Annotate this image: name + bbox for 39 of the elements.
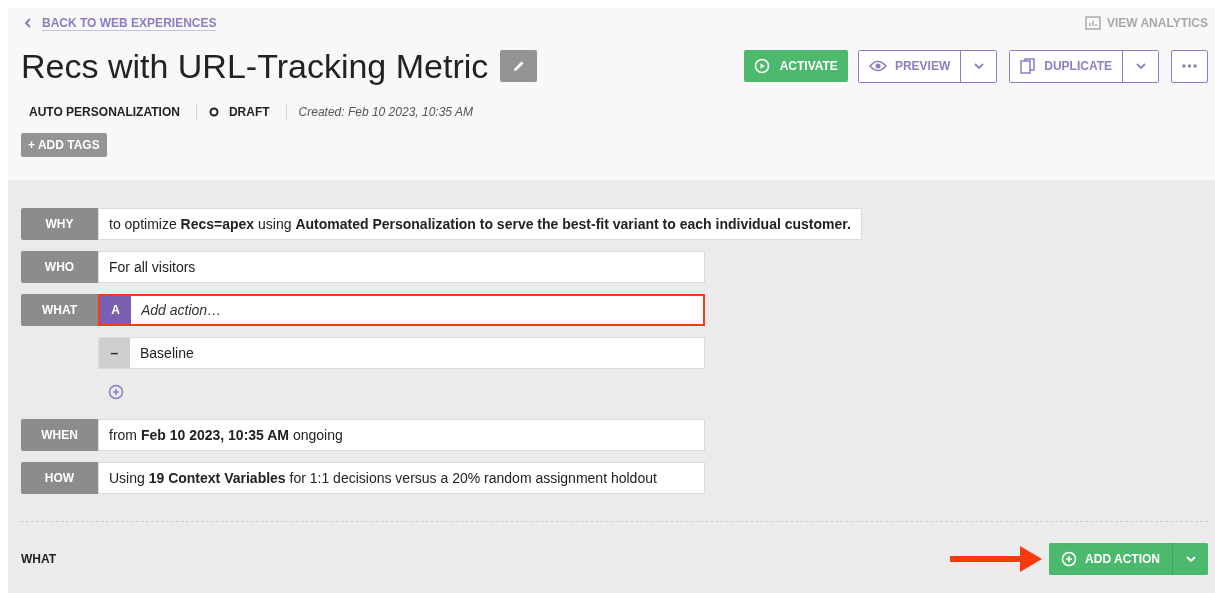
action-field[interactable]: A Add action… — [98, 294, 705, 326]
duplicate-menu-button[interactable] — [1122, 50, 1158, 82]
preview-menu-button[interactable] — [960, 50, 997, 82]
copy-icon — [1020, 57, 1037, 75]
status-ring-icon — [208, 107, 219, 117]
row-label: WHAT — [21, 294, 98, 326]
caret-icon — [973, 63, 984, 69]
add-action-menu-button[interactable] — [1172, 543, 1208, 575]
statement-text[interactable]: Using 19 Context Variables for 1:1 decisions versus a 20% random assignment holdout — [98, 462, 705, 494]
row-label: WHO — [21, 251, 98, 283]
experience-title: Recs with URL-Tracking Metric — [21, 46, 489, 86]
variant-badge: A — [100, 296, 131, 324]
caret-icon — [1185, 556, 1196, 562]
more-button[interactable] — [1171, 49, 1208, 83]
add-circle-icon[interactable] — [108, 384, 124, 400]
statement-text[interactable]: from Feb 10 2023, 10:35 AM ongoing — [98, 419, 705, 451]
chart-icon — [1084, 16, 1101, 30]
action-input[interactable]: Add action… — [131, 296, 703, 324]
variant-badge: – — [99, 338, 130, 368]
statement-text[interactable]: For all visitors — [98, 251, 705, 283]
variant-field[interactable]: – Baseline — [98, 337, 705, 369]
more-icon — [1182, 64, 1197, 68]
row-label: HOW — [21, 462, 98, 494]
activate-button[interactable]: ACTIVATE — [743, 50, 848, 82]
created-date: Created: Feb 10 2023, 10:35 AM — [298, 105, 473, 119]
chevron-left-icon — [24, 18, 32, 28]
statement-text[interactable]: to optimize Recs=apex using Automated Personalization to serve the best-fit variant to each individual customer. — [98, 208, 862, 240]
add-circle-icon — [1061, 551, 1078, 567]
caret-icon — [1135, 63, 1146, 69]
status-label: DRAFT — [228, 105, 270, 119]
add-tags-button[interactable]: + ADD TAGS — [21, 133, 107, 157]
play-circle-icon — [753, 58, 770, 74]
row-label: WHY — [21, 208, 98, 240]
eye-icon — [868, 60, 887, 72]
row-label: WHEN — [21, 419, 98, 451]
edit-title-button[interactable] — [500, 50, 538, 82]
back-link[interactable]: BACK TO WEB EXPERIENCES — [24, 15, 217, 31]
experience-type: AUTO PERSONALIZATION — [29, 105, 180, 119]
section-label: WHAT — [21, 552, 57, 566]
